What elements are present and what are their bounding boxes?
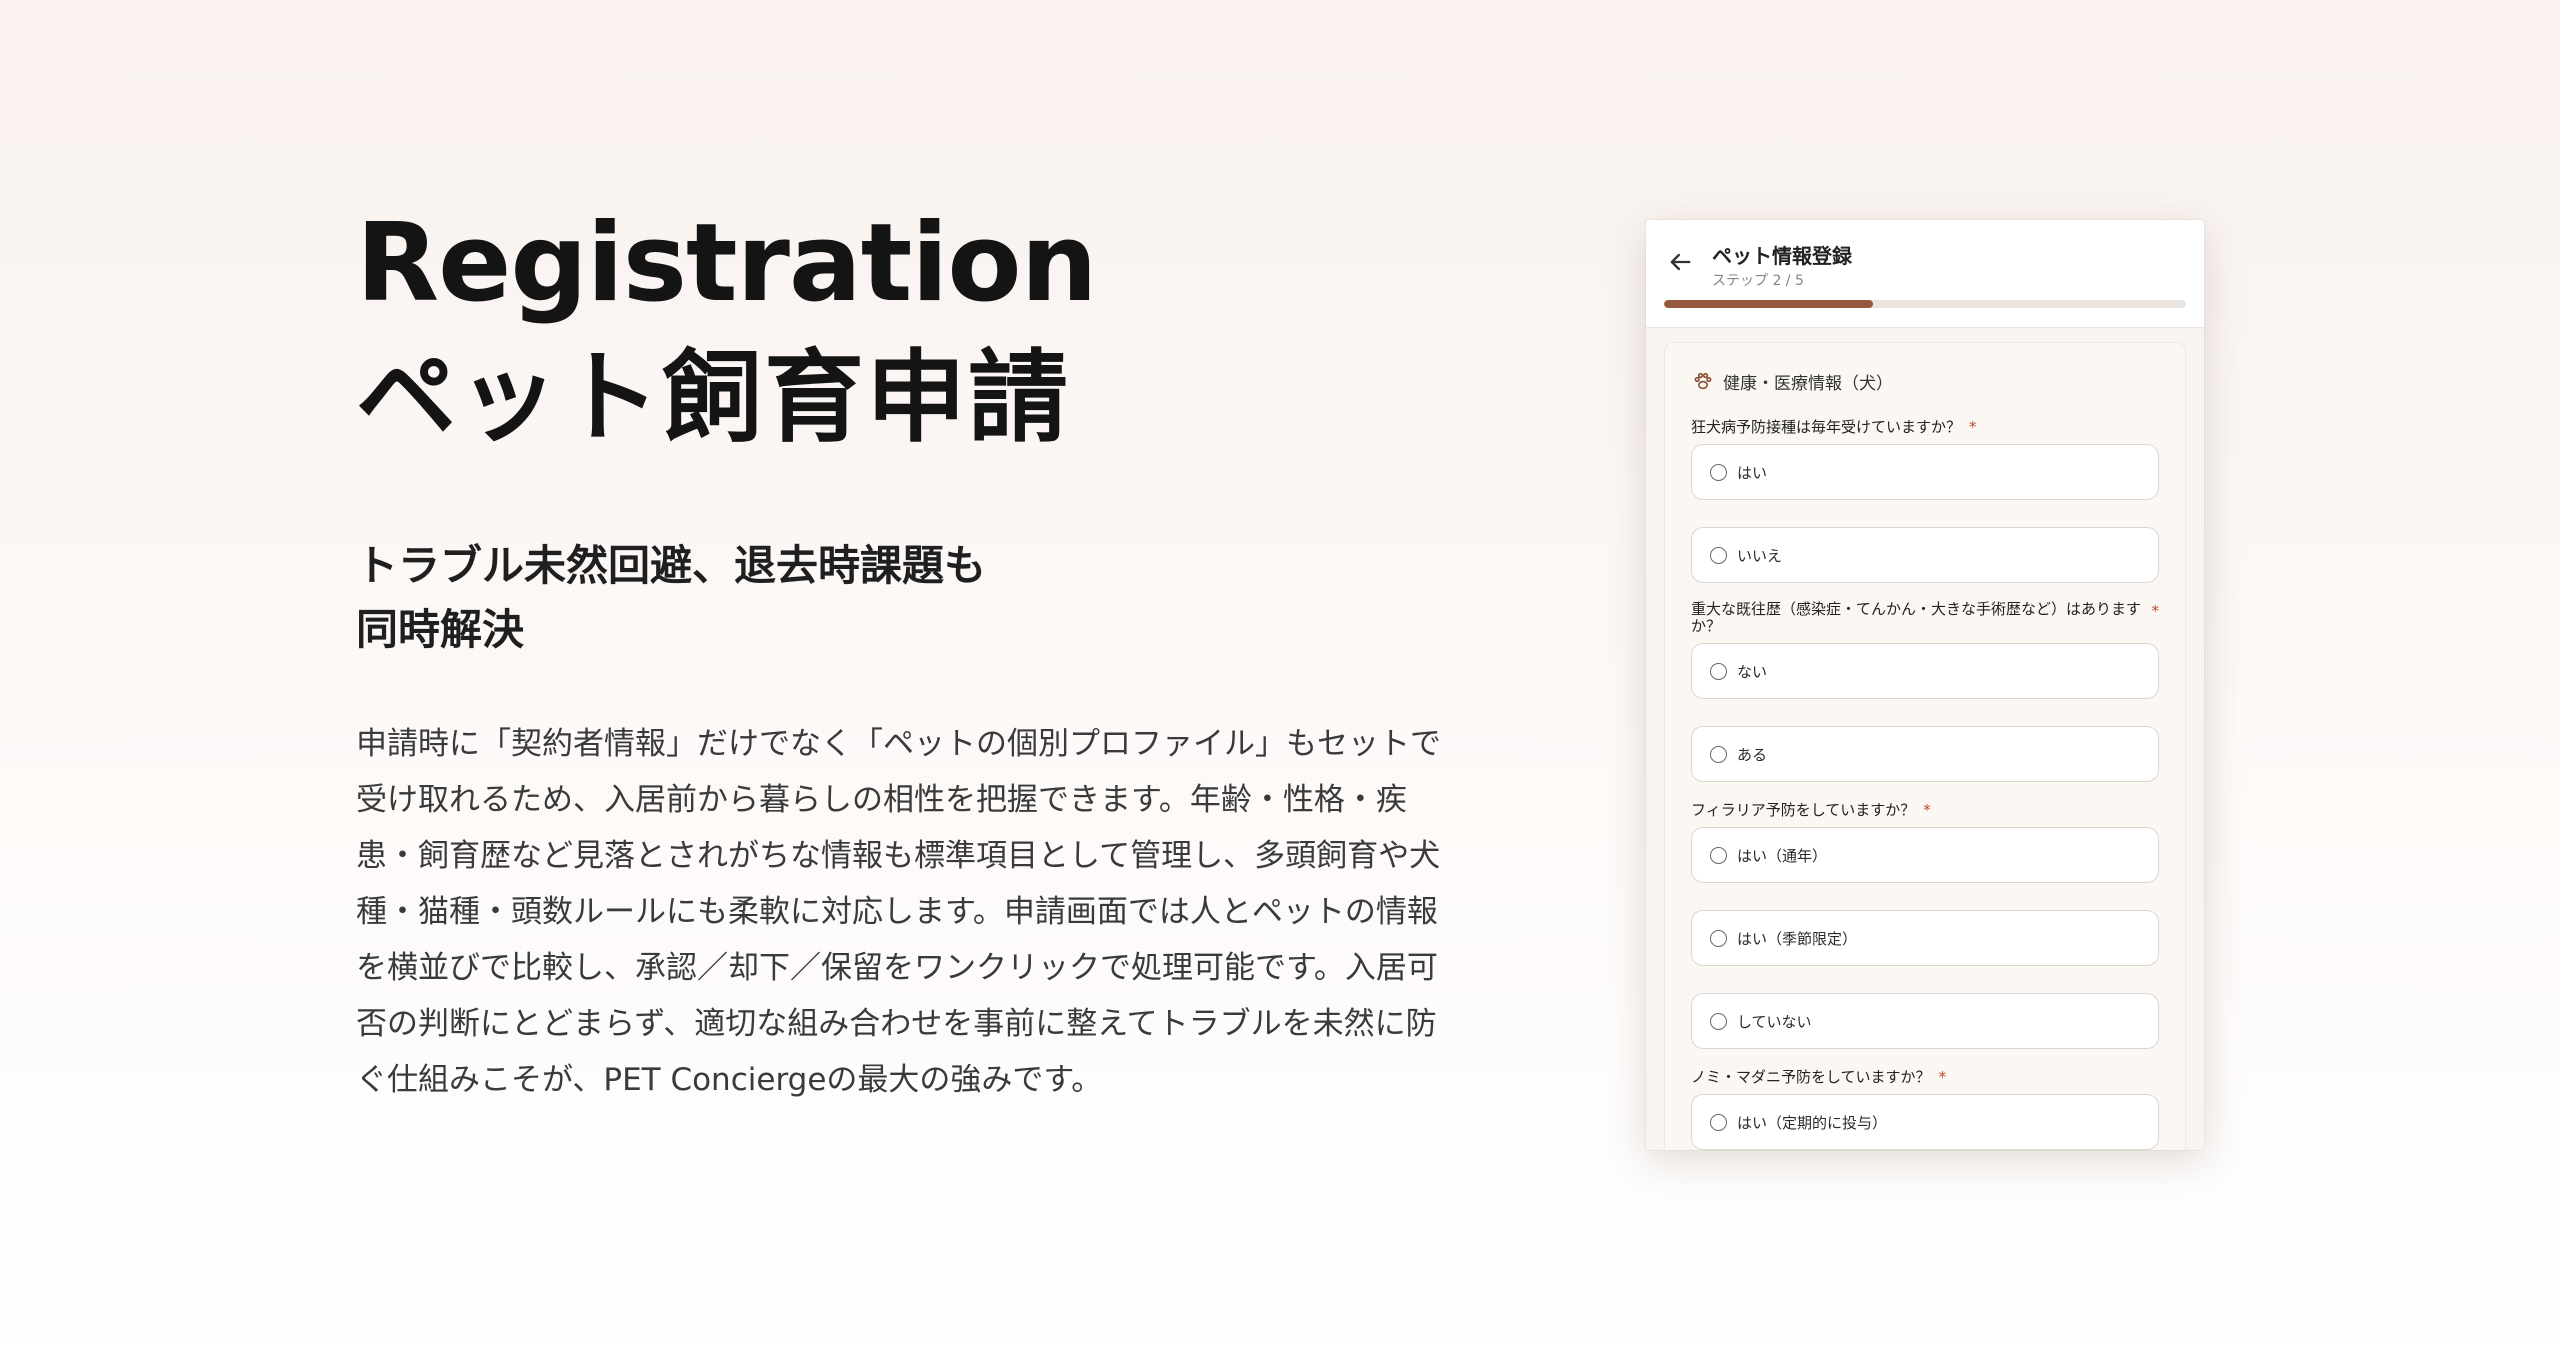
radio-button[interactable] xyxy=(1710,463,1727,481)
hero-title-ja: ペット飼育申請 xyxy=(356,338,1070,456)
health-section-card: 健康・医療情報（犬） 狂犬病予防接種は毎年受けていますか？ * はい いいえ 重大… xyxy=(1664,342,2186,1150)
paw-icon xyxy=(1694,372,1712,390)
section-title: 健康・医療情報（犬） xyxy=(1723,373,1893,394)
question-label: ノミ・マダニ予防をしていますか？ xyxy=(1691,1068,1931,1086)
required-mark: * xyxy=(1969,418,1977,436)
section-header: 健康・医療情報（犬） xyxy=(1691,363,2159,399)
arrow-left-icon[interactable] xyxy=(1666,248,1694,276)
option-label: はい（定期的に投与） xyxy=(1737,1113,1888,1132)
step-indicator: ステップ 2 / 5 xyxy=(1712,273,1804,289)
app-title: ペット情報登録 xyxy=(1712,244,1852,268)
hero-section: Registration ペット飼育申請 トラブル未然回避、退去時課題も 同時解… xyxy=(356,201,1466,1108)
radio-button[interactable] xyxy=(1710,1113,1727,1131)
hero-body: 申請時に「契約者情報」だけでなく「ペットの個別プロファイル」もセットで受け取れる… xyxy=(356,725,1441,1098)
option-history-yes[interactable]: ある xyxy=(1691,726,2159,782)
app-header: ペット情報登録 ステップ 2 / 5 xyxy=(1646,220,2204,328)
radio-button[interactable] xyxy=(1710,929,1727,947)
required-mark: * xyxy=(2151,602,2160,620)
hero-title-en: Registration xyxy=(356,201,1098,326)
question-label: 狂犬病予防接種は毎年受けていますか？ xyxy=(1691,418,1962,436)
question-flea-tick: ノミ・マダニ予防をしていますか？ * xyxy=(1691,1069,2159,1086)
radio-button[interactable] xyxy=(1710,546,1727,564)
radio-button[interactable] xyxy=(1710,846,1727,864)
option-rabies-no[interactable]: いいえ xyxy=(1691,527,2159,583)
option-flea-regular[interactable]: はい（定期的に投与） xyxy=(1691,1094,2159,1150)
option-label: ない xyxy=(1737,662,1768,681)
question-label: フィラリア予防をしていますか？ xyxy=(1691,801,1916,819)
app-screen: ペット情報登録 ステップ 2 / 5 健康・医療情報（犬） 狂犬病予防接種は毎年… xyxy=(1646,220,2204,1150)
question-filaria: フィラリア予防をしていますか？ * xyxy=(1691,802,2159,819)
progress-fill xyxy=(1664,300,1873,308)
option-label: はい xyxy=(1737,463,1768,482)
option-rabies-yes[interactable]: はい xyxy=(1691,444,2159,500)
option-label: はい（季節限定） xyxy=(1737,929,1858,948)
option-filaria-seasonal[interactable]: はい（季節限定） xyxy=(1691,910,2159,966)
question-label: 重大な既往歴（感染症・てんかん・大きな手術歴など）はありますか？ xyxy=(1691,600,2142,635)
question-medical-history: 重大な既往歴（感染症・てんかん・大きな手術歴など）はありますか？ * xyxy=(1691,601,2159,635)
hero-subtitle: トラブル未然回避、退去時課題も 同時解決 xyxy=(356,540,987,654)
radio-button[interactable] xyxy=(1710,662,1727,680)
option-label: はい（通年） xyxy=(1737,846,1828,865)
option-history-none[interactable]: ない xyxy=(1691,643,2159,699)
question-rabies: 狂犬病予防接種は毎年受けていますか？ * xyxy=(1691,419,2159,436)
option-label: していない xyxy=(1737,1012,1812,1031)
progress-bar xyxy=(1664,300,2186,308)
radio-button[interactable] xyxy=(1710,1012,1727,1030)
option-label: いいえ xyxy=(1737,546,1783,565)
option-filaria-yearround[interactable]: はい（通年） xyxy=(1691,827,2159,883)
option-label: ある xyxy=(1737,745,1768,764)
form-area: 健康・医療情報（犬） 狂犬病予防接種は毎年受けていますか？ * はい いいえ 重大… xyxy=(1646,328,2204,1150)
required-mark: * xyxy=(1938,1068,1947,1086)
option-filaria-none[interactable]: していない xyxy=(1691,993,2159,1049)
radio-button[interactable] xyxy=(1710,745,1727,763)
required-mark: * xyxy=(1923,801,1931,819)
